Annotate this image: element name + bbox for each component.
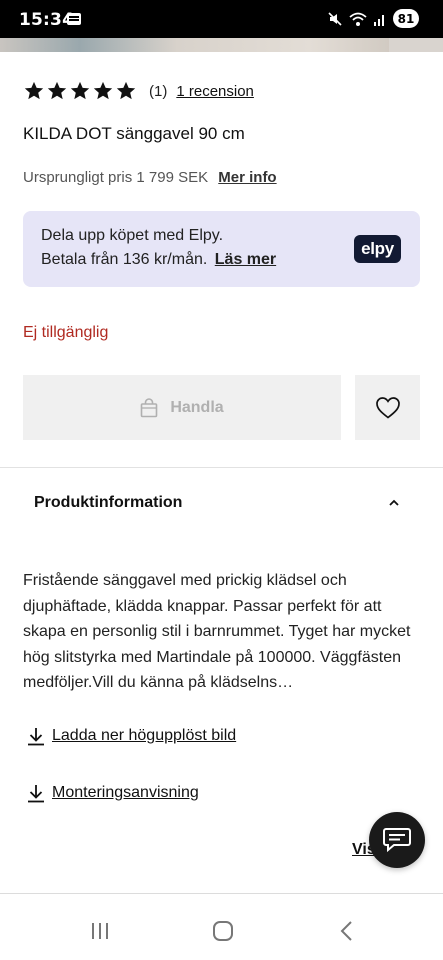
download-icon	[28, 728, 44, 746]
mute-icon	[327, 11, 343, 27]
elpy-monthly-price: Betala från 136 kr/mån.	[41, 251, 208, 268]
wishlist-button[interactable]	[355, 375, 420, 440]
back-button[interactable]	[327, 915, 367, 947]
product-description: Fristående sänggavel med prickig klädsel…	[23, 572, 411, 691]
star-icon	[93, 81, 113, 100]
chat-button[interactable]	[369, 812, 425, 868]
elpy-financing-banner: Dela upp köpet med Elpy. Betala från 136…	[23, 211, 420, 287]
original-price: Ursprungligt pris 1 799 SEK	[23, 169, 209, 186]
wifi-icon	[349, 11, 367, 27]
product-info-accordion-header[interactable]: Produktinformation	[0, 468, 443, 538]
download-icon	[28, 785, 44, 803]
back-icon	[340, 921, 352, 941]
star-icon	[47, 81, 67, 100]
shopping-bag-icon	[141, 397, 158, 417]
more-info-link[interactable]: Mer info	[218, 169, 276, 186]
signal-icon	[373, 11, 387, 27]
chat-icon	[383, 828, 411, 853]
rating-stars	[23, 80, 137, 102]
elpy-text-line1: Dela upp köpet med Elpy.	[41, 227, 224, 244]
image-thumbnail-edge	[389, 38, 443, 52]
chevron-up-icon	[389, 499, 399, 506]
notification-icon	[67, 13, 81, 25]
recent-apps-icon	[92, 923, 108, 939]
buy-button[interactable]: Handla	[23, 375, 341, 440]
nav-divider	[0, 893, 443, 894]
elpy-logo: elpy	[354, 235, 401, 263]
status-bar: 15:34 81	[0, 0, 443, 38]
download-hires-image-link[interactable]: Ladda ner högupplöst bild	[26, 726, 236, 746]
rating-count: (1)	[149, 82, 168, 100]
star-icon	[116, 81, 136, 100]
elpy-text-line2: Betala från 136 kr/mån. Läs mer	[41, 251, 276, 269]
heart-icon	[375, 396, 400, 419]
availability-status: Ej tillgänglig	[23, 324, 109, 341]
download-mounting-link[interactable]: Monteringsanvisning	[26, 783, 199, 803]
home-icon	[213, 921, 233, 941]
elpy-read-more-link[interactable]: Läs mer	[215, 251, 276, 268]
star-icon	[24, 81, 44, 100]
download-hires-label: Ladda ner högupplöst bild	[52, 727, 237, 744]
home-button[interactable]	[203, 915, 243, 947]
download-mounting-label: Monteringsanvisning	[52, 784, 199, 801]
reviews-link[interactable]: 1 recension	[176, 83, 254, 100]
rating-row: (1) 1 recension	[23, 80, 254, 102]
status-icons: 81	[327, 9, 419, 28]
price-row: Ursprungligt pris 1 799 SEK Mer info	[23, 169, 277, 186]
product-info-title: Produktinformation	[34, 494, 183, 511]
star-icon	[70, 81, 90, 100]
product-image[interactable]	[0, 38, 443, 52]
battery-icon: 81	[393, 9, 419, 28]
recent-apps-button[interactable]	[80, 915, 120, 947]
product-title: KILDA DOT sänggavel 90 cm	[23, 124, 245, 143]
buy-button-label: Handla	[170, 398, 224, 416]
system-nav-bar	[0, 905, 443, 960]
status-time: 15:34	[19, 10, 75, 30]
